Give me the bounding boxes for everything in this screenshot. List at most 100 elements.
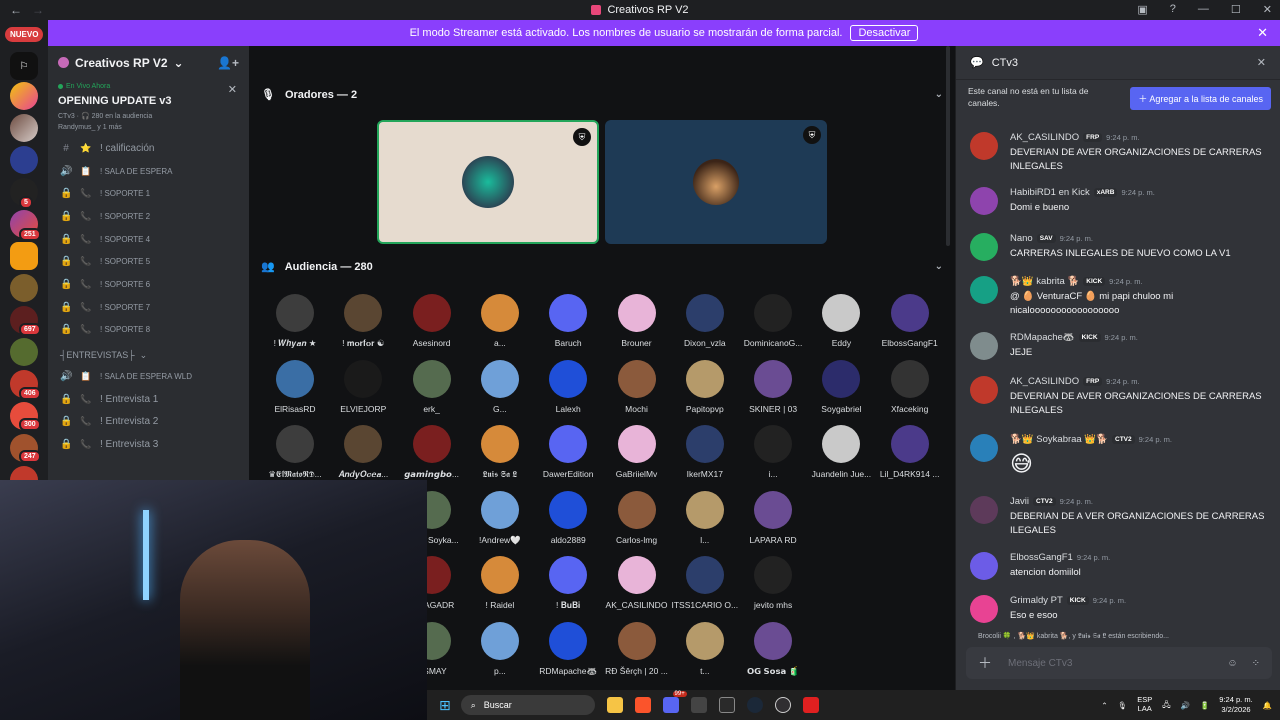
audience-member[interactable]: SKINER | 03: [739, 359, 807, 414]
channel-item[interactable]: 🔒 📞 ! Entrevista 3: [48, 433, 249, 456]
steam-icon[interactable]: [746, 697, 763, 713]
server-icon[interactable]: [10, 114, 38, 142]
network-icon[interactable]: 🖧: [1162, 699, 1170, 712]
live-stage-card[interactable]: En Vivo Ahora OPENING UPDATE v3 CTv3 · 🎧…: [48, 79, 249, 137]
author-name[interactable]: HabibiRD1 en Kick: [1010, 187, 1090, 198]
audience-member[interactable]: G...: [466, 359, 534, 414]
discord-taskbar-icon[interactable]: 99+: [662, 691, 687, 713]
audience-member[interactable]: LAPARA RD: [739, 490, 807, 545]
audience-member[interactable]: ! 𝐦𝐨𝐫𝐟𝐨𝐫 ☯: [329, 294, 397, 349]
emoji-icon[interactable]: ☺: [1227, 658, 1237, 669]
close-icon[interactable]: ✕: [228, 83, 237, 96]
avatar[interactable]: [970, 376, 998, 404]
avatar[interactable]: [970, 132, 998, 160]
channel-item[interactable]: 🔒 📞 ! SOPORTE 1: [48, 182, 249, 205]
channel-item[interactable]: 🔊 📋 ! SALA DE ESPERA WLD: [48, 365, 249, 388]
channel-item[interactable]: 🔒 📞 ! SOPORTE 2: [48, 205, 249, 228]
audience-member[interactable]: ! 𝑾𝒉𝒚𝒂𝒏 ★: [261, 294, 329, 349]
audience-member[interactable]: Papitopvp: [671, 359, 739, 414]
audience-member[interactable]: p...: [466, 621, 534, 676]
channel-item[interactable]: 🔒 📞 ! SOPORTE 5: [48, 250, 249, 273]
channel-item[interactable]: 🔒 📞 ! Entrevista 1: [48, 388, 249, 411]
chevron-down-icon[interactable]: ⌄: [935, 89, 943, 100]
audience-member[interactable]: DawerEdition: [534, 425, 602, 479]
channel-item[interactable]: 🔒 📞 ! SOPORTE 6: [48, 273, 249, 296]
brave-browser-icon[interactable]: [634, 697, 651, 713]
microphone-tray-icon[interactable]: 🎙: [1118, 701, 1128, 710]
channel-item[interactable]: 🔒 📞 ! SOPORTE 7: [48, 296, 249, 319]
file-explorer-icon[interactable]: [606, 697, 623, 713]
audience-member[interactable]: 𝕷𝖚𝖎𝖘 𝕾𝖆 𝕷: [466, 425, 534, 480]
add-to-channel-list-button[interactable]: ＋ Agregar a la lista de canales: [1130, 86, 1271, 110]
notifications-bell-icon[interactable]: 🔔: [1263, 701, 1272, 710]
author-name[interactable]: AK_CASILINDO: [1010, 376, 1079, 387]
audience-member[interactable]: erk_: [398, 359, 466, 414]
audience-member[interactable]: DominicanoG...: [739, 294, 807, 348]
audience-member[interactable]: Carlos-lmg: [603, 490, 671, 545]
new-badge[interactable]: NUEVO: [5, 27, 44, 42]
tray-chevron-icon[interactable]: ⌃: [1101, 701, 1107, 710]
author-name[interactable]: AK_CASILINDO: [1010, 132, 1079, 143]
avatar[interactable]: [970, 276, 998, 304]
disable-streamer-button[interactable]: Desactivar: [850, 25, 919, 41]
server-icon[interactable]: [10, 242, 38, 270]
record-app-icon[interactable]: [802, 697, 819, 713]
audience-member[interactable]: Eddy: [807, 294, 875, 348]
invite-people-icon[interactable]: 👤+: [217, 56, 239, 70]
server-icon[interactable]: [10, 82, 38, 110]
author-name[interactable]: Javii: [1010, 496, 1029, 507]
audience-member[interactable]: Baruch: [534, 294, 602, 348]
chevron-down-icon[interactable]: ⌄: [935, 261, 943, 272]
audience-member[interactable]: 𝗢𝗚 𝗦𝗼𝘀𝗮 🧃: [739, 621, 807, 677]
audience-member[interactable]: Xfaceking: [876, 359, 944, 414]
audience-member[interactable]: 𝙜𝙖𝙢𝙞𝙣𝙜𝙗𝙤...: [398, 425, 466, 480]
maximize-button[interactable]: ☐: [1231, 3, 1241, 16]
channel-item[interactable]: 🔒 📞 ! SOPORTE 4: [48, 228, 249, 251]
channel-item[interactable]: # ⭐ ! calificación: [48, 137, 249, 160]
message-input[interactable]: ＋ Mensaje CTv3 ☺ ⁘: [966, 647, 1272, 679]
attach-plus-icon[interactable]: ＋: [978, 653, 992, 673]
battery-icon[interactable]: 🔋: [1200, 701, 1209, 710]
audience-member[interactable]: Lil_D4RK914 ...: [876, 425, 944, 479]
category-header[interactable]: ┤ENTREVISTAS├ ⌄: [48, 345, 249, 365]
audience-member[interactable]: AK_CASILINDO: [603, 556, 671, 610]
inbox-icon[interactable]: ▣: [1137, 3, 1147, 16]
audience-member[interactable]: IkerMX17: [671, 425, 739, 479]
audience-member[interactable]: RDMapache🦝: [534, 621, 602, 677]
language-indicator[interactable]: ESP LAA: [1137, 695, 1152, 713]
audience-member[interactable]: RĐ Šêrçh | 20 ...: [603, 621, 671, 676]
avatar[interactable]: [970, 552, 998, 580]
audience-member[interactable]: GaBriielMv: [603, 425, 671, 479]
audience-member[interactable]: Asesinord: [398, 294, 466, 348]
channel-item[interactable]: 🔊 📋 ! SALA DE ESPERA: [48, 160, 249, 183]
volume-icon[interactable]: 🔊: [1181, 701, 1190, 710]
audience-member[interactable]: t...: [671, 621, 739, 676]
speaker-tile[interactable]: ⛨: [377, 120, 599, 244]
avatar[interactable]: [970, 595, 998, 623]
avatar[interactable]: [970, 332, 998, 360]
author-name[interactable]: Nano: [1010, 233, 1033, 244]
audience-member[interactable]: Lalexh: [534, 359, 602, 414]
author-name[interactable]: RDMapache🦝: [1010, 332, 1075, 343]
avatar[interactable]: [970, 434, 998, 462]
audience-member[interactable]: ElbossGangF1: [876, 294, 944, 348]
obs-icon[interactable]: [774, 697, 791, 713]
scrollbar[interactable]: [946, 46, 950, 246]
epic-games-icon[interactable]: [718, 697, 735, 713]
audience-member[interactable]: aldo2889: [534, 490, 602, 545]
audience-member[interactable]: a...: [466, 294, 534, 348]
audience-member[interactable]: ♛𝕰𝖑𝕸𝖆𝖙𝖔𝕽𝕯...: [261, 425, 329, 480]
audience-member[interactable]: ElRisasRD: [261, 359, 329, 414]
audience-member[interactable]: ! 𝐁𝐮𝐁𝐢: [534, 556, 602, 611]
author-name[interactable]: ElbossGangF1: [1010, 552, 1073, 563]
taskbar-search[interactable]: ⌕ Buscar: [460, 695, 595, 715]
server-icon[interactable]: [10, 274, 38, 302]
audience-member[interactable]: l...: [671, 490, 739, 545]
avatar[interactable]: [970, 187, 998, 215]
audience-member[interactable]: ELVIEJORP: [329, 359, 397, 414]
audience-member[interactable]: !Andrew🤍: [466, 490, 534, 546]
author-name[interactable]: Grimaldy PT: [1010, 595, 1063, 606]
audience-member[interactable]: Soygabriel: [807, 359, 875, 414]
channel-item[interactable]: 🔒 📞 ! SOPORTE 8: [48, 319, 249, 342]
message-placeholder[interactable]: Mensaje CTv3: [1008, 658, 1072, 669]
